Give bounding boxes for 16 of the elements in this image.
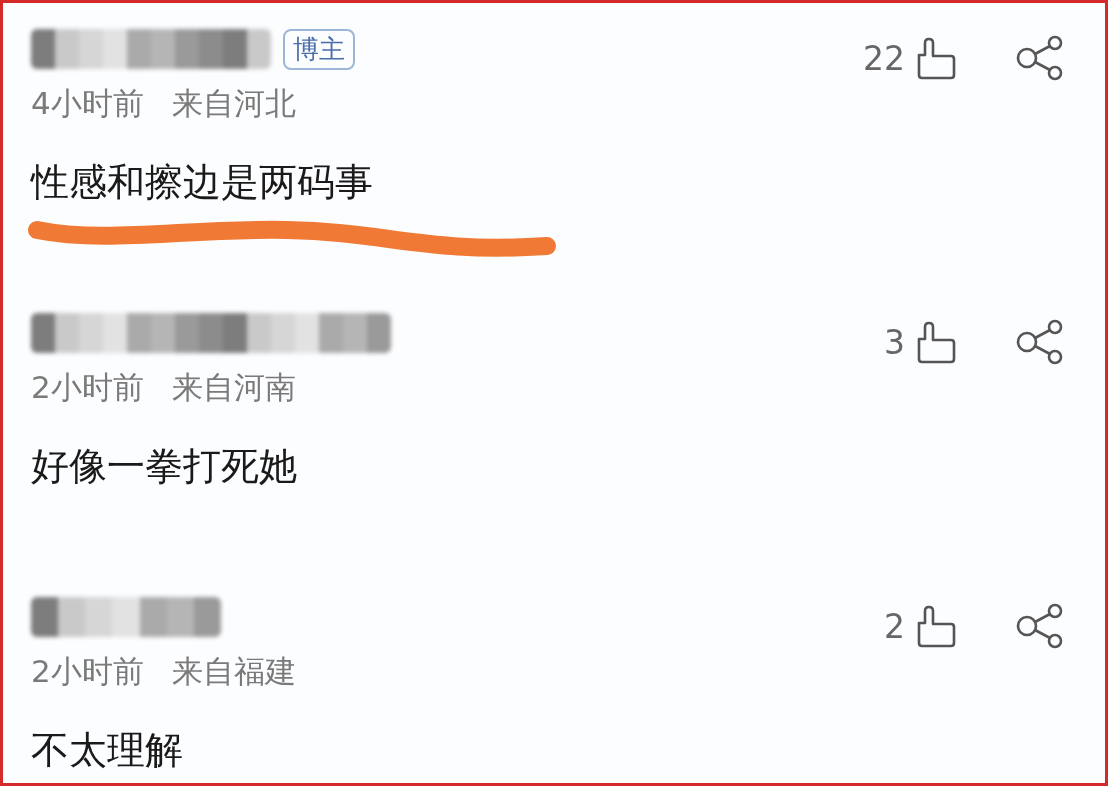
comment-time: 2小时前 — [31, 652, 144, 691]
share-icon[interactable] — [1015, 35, 1065, 81]
comment-text: 性感和擦边是两码事 — [31, 159, 374, 206]
like-count: 3 — [884, 322, 905, 362]
author-badge: 博主 — [283, 28, 355, 70]
comment-location: 来自河北 — [171, 84, 296, 123]
comment-time: 4小时前 — [31, 84, 144, 123]
comment-location: 来自福建 — [171, 652, 296, 691]
comment-time: 2小时前 — [31, 368, 144, 407]
share-icon[interactable] — [1015, 603, 1065, 649]
comment-location: 来自河南 — [171, 368, 296, 407]
like-count: 2 — [884, 606, 905, 646]
share-icon[interactable] — [1015, 319, 1065, 365]
comment-text: 不太理解 — [31, 727, 184, 774]
like-count: 22 — [863, 38, 905, 78]
comment-text: 好像一拳打死她 — [31, 443, 298, 490]
